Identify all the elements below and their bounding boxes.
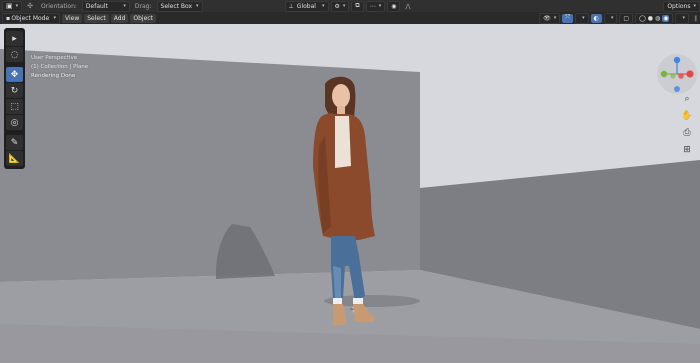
xray-toggle[interactable]: ▢ — [619, 12, 634, 24]
chevron-down-icon: ▾ — [321, 3, 325, 9]
rotate-icon[interactable]: ↻ — [6, 83, 23, 98]
material-shading-icon[interactable]: ◍ — [655, 15, 660, 22]
viewport-info-overlay: User Perspective (1) Collection | Plane … — [31, 54, 88, 81]
snap-icon: ⧉ — [355, 2, 360, 9]
menu-add[interactable]: Add — [110, 13, 129, 23]
menu-select[interactable]: Select — [84, 13, 109, 23]
pivot-point-button[interactable]: ⚙ ▾ — [330, 0, 350, 12]
gizmo-z-axis — [673, 56, 681, 64]
overlays-icon: ◐ — [593, 14, 599, 22]
collection-text: (1) Collection | Plane — [31, 64, 89, 70]
options-dropdown[interactable]: Options ▾ — [663, 0, 700, 12]
scale-icon[interactable]: ⬚ — [6, 99, 23, 114]
snap-target-icon: ⋯ — [369, 2, 376, 10]
chevron-down-icon: ▾ — [342, 3, 346, 9]
transform-space-value: Global — [296, 2, 316, 10]
orientation-dropdown[interactable]: Default ▾ — [81, 0, 130, 12]
mode-value: Object Mode — [11, 14, 50, 22]
gizmo-neg-x-axis — [678, 73, 684, 79]
xray-icon: ▢ — [623, 14, 630, 22]
snap-target-dropdown[interactable]: ⋯ ▾ — [365, 0, 386, 12]
transform-orientation-dropdown[interactable]: ⊥ Global ▾ — [284, 0, 329, 12]
chevron-down-icon: ▾ — [693, 3, 696, 9]
tool-settings-bar: ▣ ▾ ✣ Orientation: Default ▾ Drag: Select … — [0, 0, 700, 12]
drag-dropdown[interactable]: Select Box ▾ — [156, 0, 203, 12]
eye-icon: 👁 — [543, 14, 551, 22]
falloff-icon[interactable]: ⋀ — [402, 2, 413, 11]
tool-shelf: ▸ ◌ ✥ ↻ ⬚ ◎ ✎ 📐 — [4, 28, 25, 169]
orientation-label: Orientation: — [41, 2, 77, 10]
gizmo-dropdown[interactable]: ▾ — [575, 12, 589, 24]
gizmo-x-axis — [686, 70, 694, 78]
solid-shading-icon[interactable]: ● — [648, 15, 653, 22]
camera-icon[interactable]: ⎙ — [680, 126, 694, 140]
viewport-header: ▪ Object Mode ▾ View Select Add Object 👁 ▾ … — [0, 12, 700, 24]
sidebar-toggle[interactable]: ∥ — [691, 14, 700, 23]
viewport-navigation: ⌕ ✋ ⎙ ⊞ — [680, 92, 694, 157]
move-tool-icon: ✣ — [27, 1, 34, 10]
pause-icon: ∥ — [694, 14, 697, 22]
wireframe-shading-icon[interactable]: ◯ — [639, 15, 646, 22]
options-label: Options — [667, 2, 691, 10]
annotate-icon[interactable]: ✎ — [6, 135, 23, 150]
orientation-value: Default — [85, 2, 108, 10]
render-status-text: Rendering Done — [31, 73, 76, 79]
mode-dropdown[interactable]: ▪ Object Mode ▾ — [2, 12, 60, 24]
menu-view[interactable]: View — [62, 13, 83, 23]
chevron-down-icon: ▾ — [123, 3, 126, 9]
shading-dropdown[interactable]: ▾ — [675, 12, 689, 24]
cube-icon: ▣ — [6, 1, 13, 10]
chevron-down-icon: ▾ — [378, 3, 382, 9]
measure-icon[interactable]: 📐 — [6, 151, 23, 166]
gizmo-toggle[interactable]: ⤧ — [562, 13, 574, 23]
chevron-down-icon: ▾ — [553, 15, 557, 21]
chevron-down-icon: ▾ — [196, 3, 199, 9]
object-mode-icon: ▪ — [6, 14, 11, 22]
shading-buttons[interactable]: ◯ ● ◍ ◉ — [635, 12, 674, 24]
woman-figure — [313, 76, 375, 326]
zoom-icon[interactable]: ⌕ — [680, 92, 694, 106]
select-circle-icon[interactable]: ◌ — [6, 47, 23, 62]
editor-type-button[interactable]: ▣ ▾ — [2, 0, 23, 12]
select-box-icon[interactable]: ▸ — [6, 31, 23, 46]
pan-hand-icon[interactable]: ✋ — [680, 109, 694, 123]
snap-toggle[interactable]: ⧉ — [351, 0, 364, 12]
proportional-edit-icon: ◉ — [391, 2, 397, 10]
navigation-gizmo[interactable] — [655, 52, 699, 96]
view-perspective-text: User Perspective — [31, 55, 78, 61]
rendered-shading-icon[interactable]: ◉ — [662, 14, 670, 22]
3d-viewport[interactable]: User Perspective (1) Collection | Plane … — [0, 24, 700, 363]
chevron-down-icon: ▾ — [582, 15, 585, 21]
chevron-down-icon: ▾ — [53, 15, 56, 21]
overlays-toggle[interactable]: ◐ — [590, 13, 602, 23]
drag-value: Select Box — [160, 2, 193, 10]
chevron-down-icon: ▾ — [15, 3, 19, 9]
axes-icon: ⊥ — [288, 2, 294, 10]
gizmo-y-axis — [660, 70, 668, 78]
gizmo-icon: ⤧ — [565, 14, 571, 21]
grid-icon[interactable]: ⊞ — [680, 143, 694, 157]
drag-label: Drag: — [134, 2, 152, 10]
transform-icon[interactable]: ◎ — [6, 115, 23, 130]
chevron-down-icon: ▾ — [682, 15, 685, 21]
gizmo-neg-y-axis — [670, 73, 676, 79]
menu-object[interactable]: Object — [130, 13, 156, 23]
pivot-icon: ⚙ — [334, 2, 340, 10]
overlays-dropdown[interactable]: ▾ — [603, 12, 618, 24]
visibility-dropdown[interactable]: 👁 ▾ — [539, 12, 561, 24]
chevron-down-icon: ▾ — [610, 15, 614, 21]
move-icon[interactable]: ✥ — [6, 67, 23, 82]
proportional-edit-toggle[interactable]: ◉ — [387, 0, 401, 12]
